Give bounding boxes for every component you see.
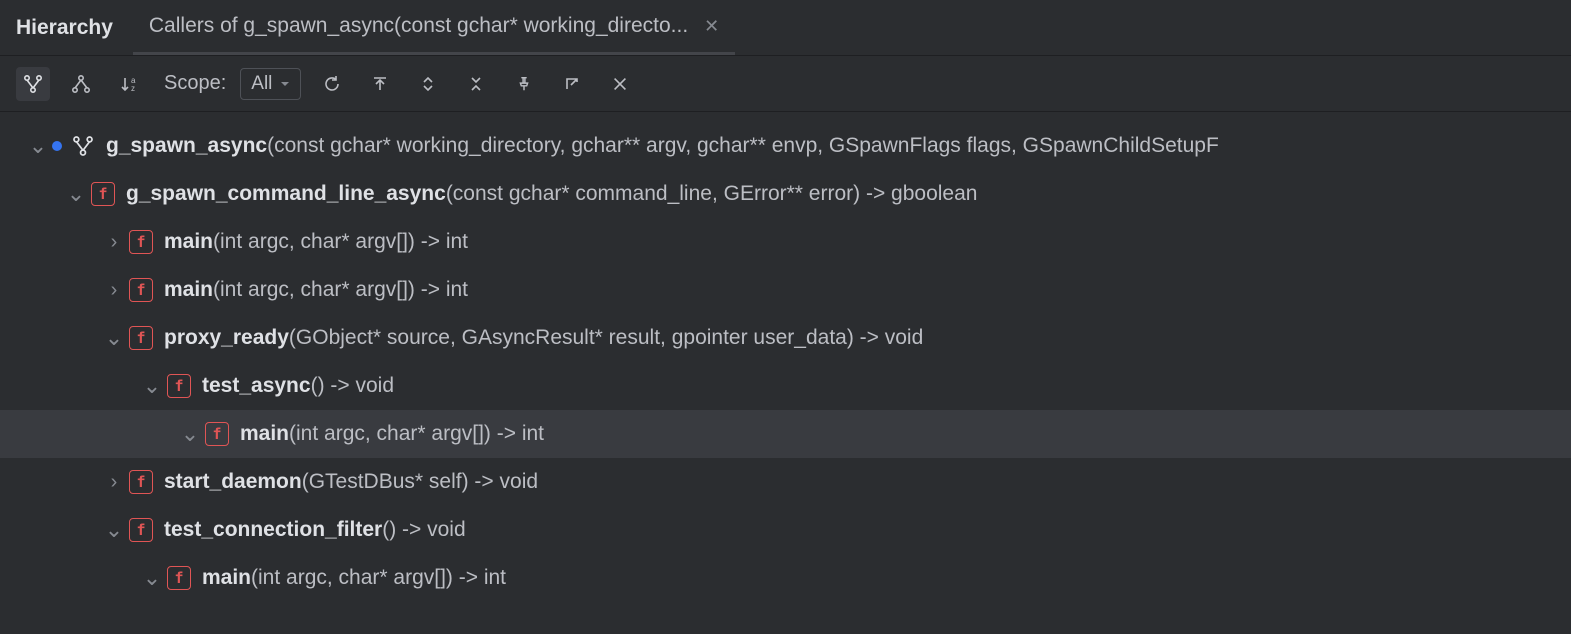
tree-row[interactable]: ⌄f proxy_ready(GObject* source, GAsyncRes…	[0, 314, 1571, 362]
scope-dropdown[interactable]: All	[240, 68, 301, 100]
function-name: g_spawn_async	[106, 134, 267, 158]
hierarchy-tab[interactable]: Callers of g_spawn_async(const gchar* wo…	[133, 0, 735, 55]
callee-hierarchy-icon[interactable]	[64, 67, 98, 101]
function-icon: f	[128, 325, 154, 351]
chevron-down-icon[interactable]: ⌄	[62, 181, 90, 207]
chevron-down-icon	[280, 79, 290, 89]
scope-label: Scope:	[164, 72, 226, 95]
tab-label: Callers of g_spawn_async(const gchar* wo…	[149, 14, 688, 38]
function-icon: f	[128, 469, 154, 495]
sort-icon[interactable]: az	[112, 67, 146, 101]
chevron-down-icon[interactable]: ⌄	[176, 421, 204, 447]
scope-value: All	[251, 73, 272, 95]
function-name: main	[164, 230, 213, 254]
function-name: main	[202, 566, 251, 590]
function-name: main	[164, 278, 213, 302]
tree-row[interactable]: ⌄fmain(int argc, char* argv[]) -> int	[0, 554, 1571, 602]
caller-hierarchy-icon[interactable]	[16, 67, 50, 101]
function-signature: (const gchar* command_line, GError** err…	[446, 182, 978, 206]
chevron-down-icon[interactable]: ⌄	[100, 325, 128, 351]
tree-row[interactable]: ›f start_daemon(GTestDBus* self) -> void	[0, 458, 1571, 506]
scroll-to-source-icon[interactable]	[363, 67, 397, 101]
export-icon[interactable]	[555, 67, 589, 101]
function-icon: f	[128, 517, 154, 543]
function-name: start_daemon	[164, 470, 302, 494]
function-signature: (int argc, char* argv[]) -> int	[251, 566, 506, 590]
function-signature: (GTestDBus* self) -> void	[302, 470, 538, 494]
chevron-down-icon[interactable]: ⌄	[24, 133, 52, 159]
function-icon: f	[128, 277, 154, 303]
tree-row[interactable]: ⌄f test_async() -> void	[0, 362, 1571, 410]
hierarchy-toolbar: az Scope: All	[0, 56, 1571, 112]
function-name: test_async	[202, 374, 311, 398]
tree-row[interactable]: ⌄ g_spawn_async(const gchar* working_dire…	[0, 122, 1571, 170]
branch-icon	[70, 133, 96, 159]
pin-icon[interactable]	[507, 67, 541, 101]
call-hierarchy-tree[interactable]: ⌄ g_spawn_async(const gchar* working_dire…	[0, 112, 1571, 612]
function-icon: f	[204, 421, 230, 447]
refresh-icon[interactable]	[315, 67, 349, 101]
function-name: main	[240, 422, 289, 446]
function-signature: (int argc, char* argv[]) -> int	[289, 422, 544, 446]
function-name: proxy_ready	[164, 326, 289, 350]
chevron-down-icon[interactable]: ⌄	[138, 373, 166, 399]
tree-row[interactable]: ⌄f g_spawn_command_line_async(const gchar…	[0, 170, 1571, 218]
function-icon: f	[166, 373, 192, 399]
function-name: test_connection_filter	[164, 518, 382, 542]
expand-all-icon[interactable]	[411, 67, 445, 101]
panel-title: Hierarchy	[0, 0, 133, 55]
function-signature: () -> void	[382, 518, 465, 542]
chevron-down-icon[interactable]: ⌄	[100, 517, 128, 543]
tree-row[interactable]: ⌄f test_connection_filter() -> void	[0, 506, 1571, 554]
tree-row[interactable]: ⌄fmain(int argc, char* argv[]) -> int	[0, 410, 1571, 458]
function-icon: f	[166, 565, 192, 591]
chevron-down-icon[interactable]: ⌄	[138, 565, 166, 591]
function-icon: f	[90, 181, 116, 207]
tree-row[interactable]: ›fmain(int argc, char* argv[]) -> int	[0, 266, 1571, 314]
collapse-all-icon[interactable]	[459, 67, 493, 101]
chevron-right-icon[interactable]: ›	[100, 279, 128, 302]
function-signature: () -> void	[311, 374, 394, 398]
function-signature: (const gchar* working_directory, gchar**…	[267, 134, 1219, 158]
function-signature: (GObject* source, GAsyncResult* result, …	[289, 326, 923, 350]
svg-text:z: z	[131, 84, 135, 93]
current-marker-icon	[52, 141, 62, 151]
chevron-right-icon[interactable]: ›	[100, 471, 128, 494]
close-panel-icon[interactable]	[603, 67, 637, 101]
function-signature: (int argc, char* argv[]) -> int	[213, 230, 468, 254]
function-icon: f	[128, 229, 154, 255]
function-signature: (int argc, char* argv[]) -> int	[213, 278, 468, 302]
chevron-right-icon[interactable]: ›	[100, 231, 128, 254]
hierarchy-header: Hierarchy Callers of g_spawn_async(const…	[0, 0, 1571, 56]
close-icon[interactable]: ✕	[704, 16, 719, 37]
tree-row[interactable]: ›fmain(int argc, char* argv[]) -> int	[0, 218, 1571, 266]
function-name: g_spawn_command_line_async	[126, 182, 446, 206]
